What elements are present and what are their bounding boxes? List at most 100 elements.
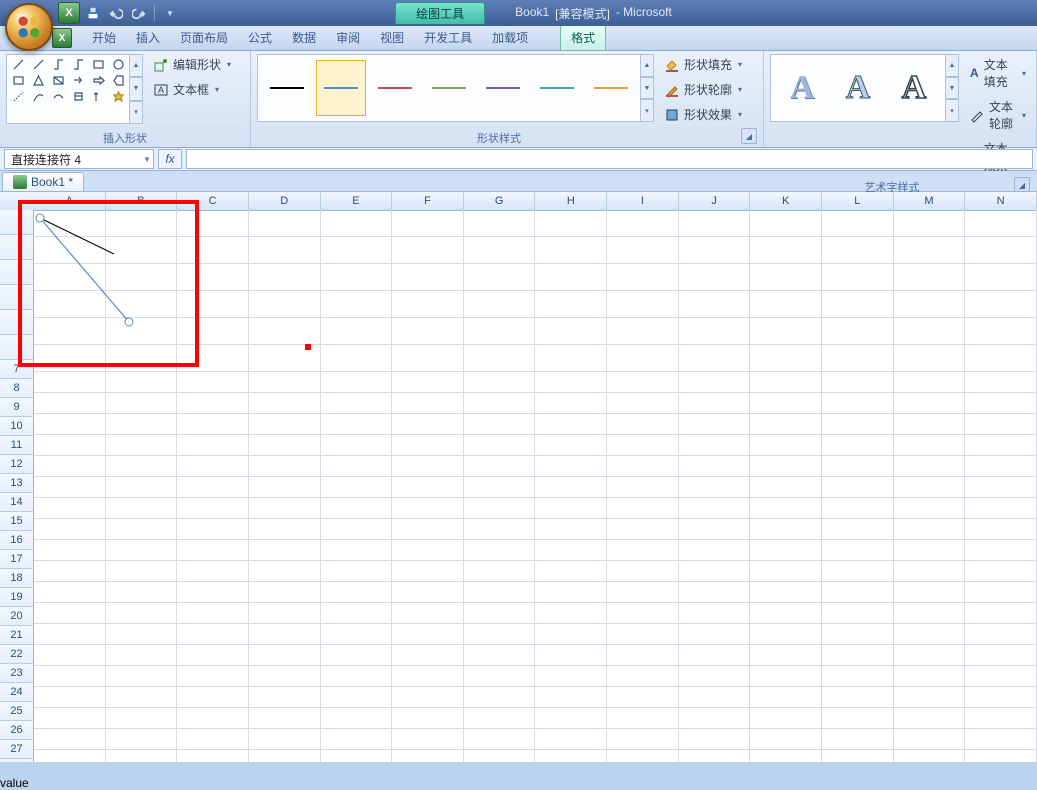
cell[interactable]	[535, 582, 607, 603]
cell[interactable]	[965, 477, 1037, 498]
cell[interactable]	[392, 393, 464, 414]
cell[interactable]	[34, 345, 105, 372]
cell[interactable]	[392, 237, 464, 264]
cell[interactable]	[678, 456, 750, 477]
cell[interactable]	[607, 372, 679, 393]
cell[interactable]	[607, 210, 679, 237]
cell[interactable]	[965, 318, 1037, 345]
cell[interactable]	[105, 666, 177, 687]
column-header[interactable]: G	[464, 192, 536, 211]
cell[interactable]	[822, 540, 894, 561]
cell[interactable]	[248, 264, 320, 291]
cell[interactable]	[463, 477, 535, 498]
cell[interactable]	[535, 729, 607, 750]
cell[interactable]	[320, 393, 392, 414]
cell[interactable]	[105, 708, 177, 729]
cell[interactable]	[463, 540, 535, 561]
cell[interactable]	[965, 750, 1037, 763]
cell[interactable]	[320, 666, 392, 687]
cell[interactable]	[105, 519, 177, 540]
cell[interactable]	[34, 540, 105, 561]
cell[interactable]	[965, 708, 1037, 729]
cell[interactable]	[535, 237, 607, 264]
shape-style-gallery[interactable]	[257, 54, 641, 122]
cell[interactable]	[320, 237, 392, 264]
cell[interactable]	[392, 708, 464, 729]
cell[interactable]	[320, 582, 392, 603]
cell[interactable]	[535, 708, 607, 729]
column-header[interactable]: E	[321, 192, 393, 211]
cell[interactable]	[463, 729, 535, 750]
cell[interactable]	[822, 318, 894, 345]
text-outline-button[interactable]: 文本轮廓 ▾	[965, 96, 1030, 134]
row-header[interactable]: 13	[0, 474, 34, 493]
save-button[interactable]	[83, 3, 103, 23]
cell[interactable]	[678, 603, 750, 624]
edit-shape-button[interactable]: 编辑形状 ▾	[149, 54, 235, 75]
cell[interactable]	[105, 561, 177, 582]
cell[interactable]	[893, 345, 965, 372]
cell[interactable]	[822, 603, 894, 624]
row-header[interactable]: 14	[0, 493, 34, 512]
cell[interactable]	[678, 729, 750, 750]
cell[interactable]	[248, 318, 320, 345]
cell[interactable]	[34, 210, 105, 237]
cell[interactable]	[607, 345, 679, 372]
cell[interactable]	[177, 624, 249, 645]
cell[interactable]	[678, 393, 750, 414]
cell[interactable]	[177, 540, 249, 561]
cell[interactable]	[678, 519, 750, 540]
cell[interactable]	[535, 603, 607, 624]
row-header[interactable]: 27	[0, 740, 34, 759]
row-header[interactable]: 12	[0, 455, 34, 474]
cell[interactable]	[320, 603, 392, 624]
cell[interactable]	[750, 264, 822, 291]
cell[interactable]	[177, 645, 249, 666]
cell[interactable]	[822, 561, 894, 582]
cells-grid[interactable]	[34, 210, 1037, 762]
cell[interactable]	[34, 519, 105, 540]
select-all-corner[interactable]	[0, 192, 35, 211]
cell[interactable]	[750, 291, 822, 318]
cell[interactable]	[822, 456, 894, 477]
cell[interactable]	[177, 435, 249, 456]
cell[interactable]	[965, 624, 1037, 645]
cell[interactable]	[822, 750, 894, 763]
tab-view[interactable]: 视图	[370, 26, 414, 50]
cell[interactable]	[893, 645, 965, 666]
cell[interactable]	[535, 318, 607, 345]
cell[interactable]	[965, 666, 1037, 687]
cell[interactable]	[248, 393, 320, 414]
cell[interactable]	[678, 624, 750, 645]
cell[interactable]	[105, 645, 177, 666]
cell[interactable]	[750, 456, 822, 477]
cell[interactable]	[105, 264, 177, 291]
cell[interactable]	[750, 237, 822, 264]
cell[interactable]	[607, 645, 679, 666]
cell[interactable]	[607, 393, 679, 414]
cell[interactable]	[177, 603, 249, 624]
cell[interactable]	[248, 687, 320, 708]
cell[interactable]	[750, 498, 822, 519]
workbook-tab[interactable]: Book1 *	[2, 172, 84, 191]
cell[interactable]	[893, 435, 965, 456]
row-header[interactable]	[0, 335, 34, 360]
cell[interactable]	[248, 519, 320, 540]
cell[interactable]	[678, 666, 750, 687]
cell[interactable]	[822, 582, 894, 603]
text-fill-button[interactable]: A 文本填充 ▾	[965, 54, 1030, 92]
cell[interactable]	[822, 291, 894, 318]
cell[interactable]	[34, 645, 105, 666]
row-header[interactable]: 8	[0, 379, 34, 398]
cell[interactable]	[320, 264, 392, 291]
cell[interactable]	[320, 498, 392, 519]
cell[interactable]	[822, 708, 894, 729]
cell[interactable]	[177, 264, 249, 291]
column-header[interactable]: L	[822, 192, 894, 211]
style-swatch[interactable]	[478, 60, 528, 116]
row-header[interactable]: 23	[0, 664, 34, 683]
cell[interactable]	[607, 750, 679, 763]
cell[interactable]	[463, 666, 535, 687]
cell[interactable]	[463, 519, 535, 540]
cell[interactable]	[463, 498, 535, 519]
